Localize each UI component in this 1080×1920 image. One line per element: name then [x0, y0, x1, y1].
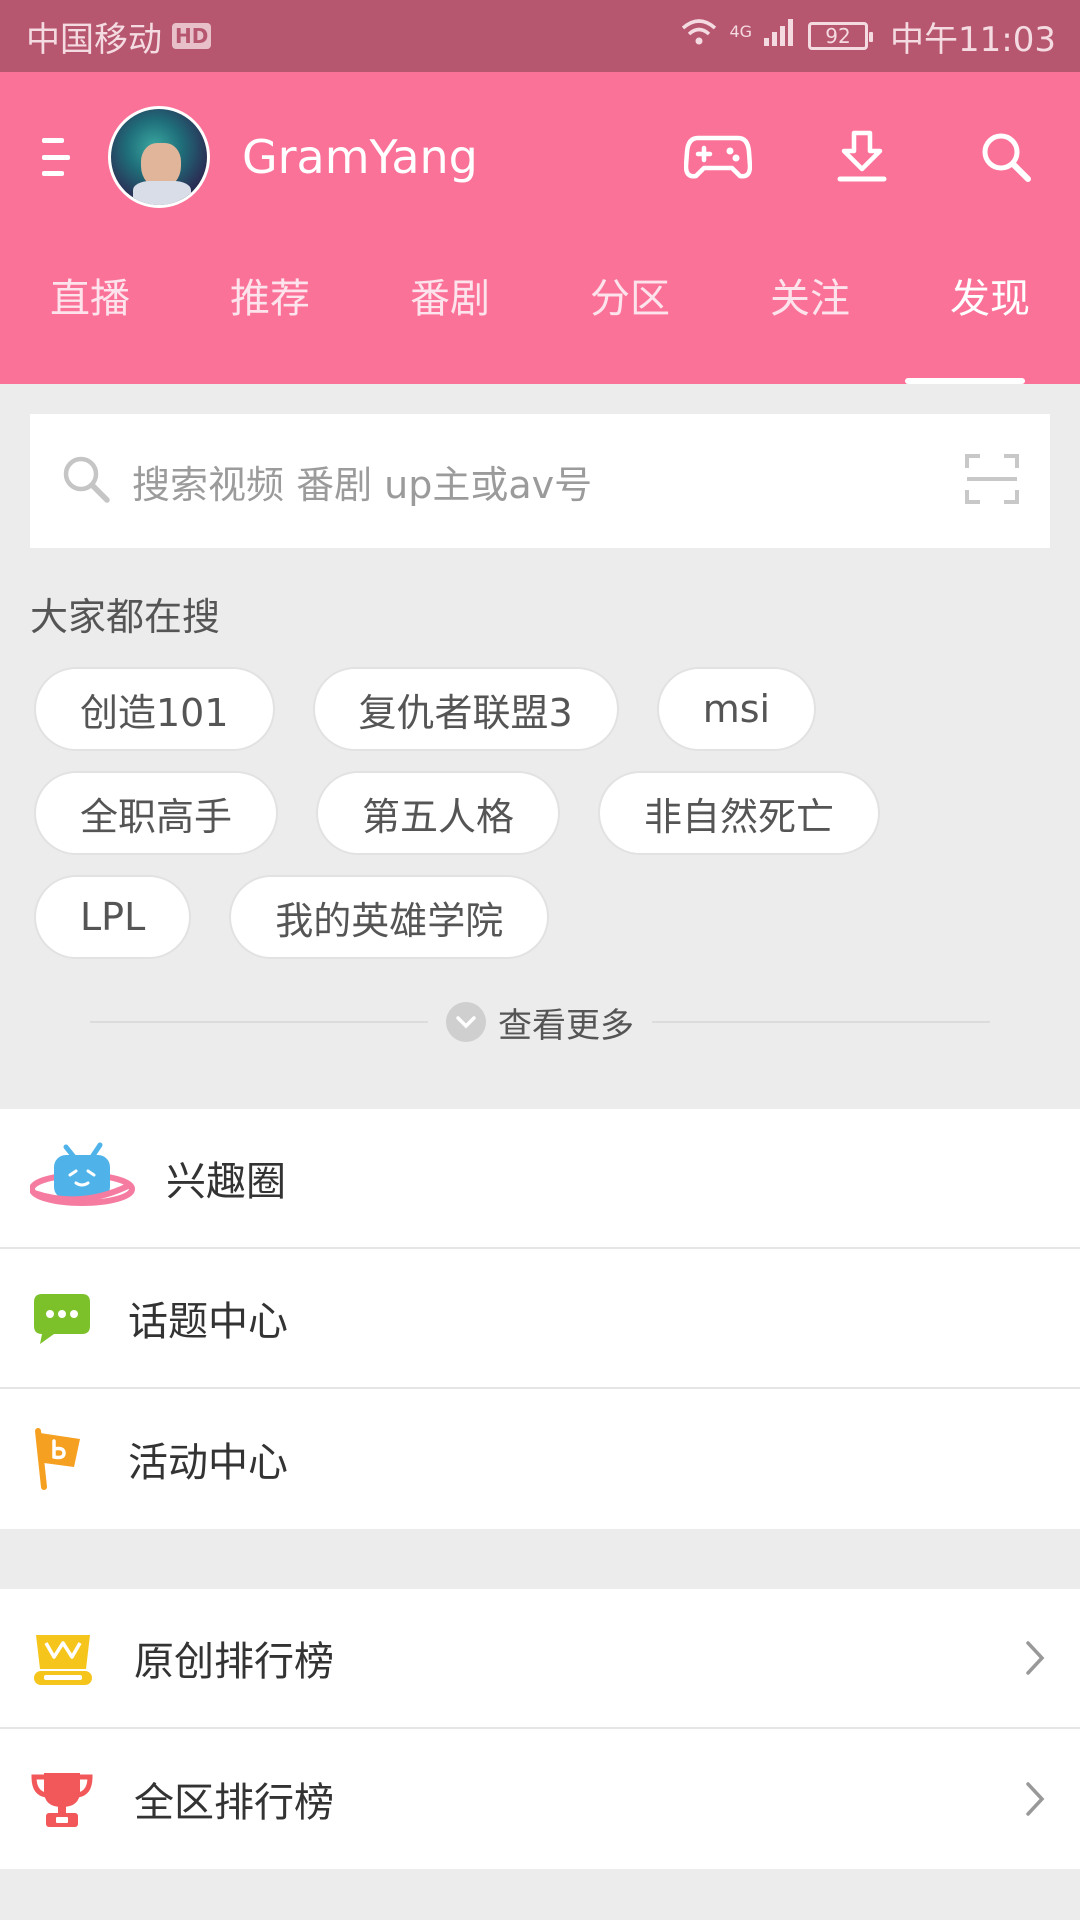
- active-tab-indicator: [905, 378, 1025, 384]
- clock: 中午11:03: [890, 19, 1056, 60]
- menu-item-label: 全区排行榜: [134, 1780, 334, 1826]
- tab-discover[interactable]: 发现: [900, 242, 1080, 384]
- original-crown-icon: [30, 1629, 134, 1687]
- tab-anime[interactable]: 番剧: [360, 242, 540, 384]
- gamepad-icon[interactable]: [676, 122, 760, 192]
- main-tabs: 直播 推荐 番剧 分区 关注 发现: [0, 242, 1080, 384]
- scan-icon[interactable]: [964, 452, 1020, 510]
- search-icon: [58, 451, 114, 511]
- avatar[interactable]: [108, 106, 210, 208]
- chevron-down-icon: [446, 1002, 486, 1042]
- wifi-icon: [679, 16, 719, 57]
- username[interactable]: GramYang: [242, 130, 676, 184]
- see-more[interactable]: 查看更多: [90, 987, 990, 1057]
- tab-categories[interactable]: 分区: [540, 242, 720, 384]
- hot-tag[interactable]: msi: [656, 667, 817, 751]
- menu-icon[interactable]: [42, 134, 72, 180]
- network-type: 4G: [729, 21, 753, 41]
- download-icon[interactable]: [820, 122, 904, 192]
- search-icon[interactable]: [964, 122, 1048, 192]
- menu-item-label: 兴趣圈: [166, 1159, 286, 1205]
- hot-tag[interactable]: 非自然死亡: [598, 771, 881, 855]
- hot-tag[interactable]: 复仇者联盟3: [312, 667, 619, 751]
- hd-badge: HD: [172, 23, 212, 49]
- menu-item-interest-circle[interactable]: 兴趣圈: [0, 1109, 1080, 1249]
- hot-tag[interactable]: 我的英雄学院: [229, 875, 550, 959]
- chevron-right-icon: [1020, 1638, 1050, 1678]
- search-input[interactable]: 搜索视频 番剧 up主或av号: [132, 454, 592, 509]
- menu-item-label: 活动中心: [128, 1440, 288, 1486]
- hot-tag[interactable]: 全职高手: [34, 771, 279, 855]
- menu-item-topic-center[interactable]: 话题中心: [0, 1249, 1080, 1389]
- hot-search-title: 大家都在搜: [30, 595, 221, 639]
- menu-item-original-ranking[interactable]: 原创排行榜: [0, 1589, 1080, 1729]
- status-bar: 中国移动 HD 4G 92 中午11:03: [0, 0, 1080, 72]
- divider: [652, 1021, 990, 1023]
- search-bar[interactable]: 搜索视频 番剧 up主或av号: [30, 414, 1050, 548]
- tab-following[interactable]: 关注: [720, 242, 900, 384]
- tab-recommend[interactable]: 推荐: [180, 242, 360, 384]
- menu-item-event-center[interactable]: 活动中心: [0, 1389, 1080, 1529]
- chat-bubble-icon: [30, 1290, 128, 1346]
- divider: [90, 1021, 428, 1023]
- trophy-icon: [30, 1769, 134, 1829]
- hot-tag[interactable]: 第五人格: [316, 771, 561, 855]
- planet-tv-icon: [30, 1141, 166, 1215]
- ranking-menu-group: 原创排行榜 全区排行榜: [0, 1589, 1080, 1869]
- menu-item-label: 原创排行榜: [134, 1639, 334, 1685]
- discover-menu-group: 兴趣圈 话题中心 活动中心: [0, 1109, 1080, 1529]
- app-bar: GramYang 直播 推荐 番剧 分区 关注 发现: [0, 72, 1080, 384]
- hot-tag[interactable]: LPL: [34, 875, 192, 959]
- hot-tag[interactable]: 创造101: [34, 667, 275, 751]
- battery-indicator: 92: [808, 22, 874, 50]
- hot-search-tags: 创造101 复仇者联盟3 msi 全职高手 第五人格 非自然死亡 LPL 我的英…: [0, 641, 1080, 959]
- see-more-label: 查看更多: [498, 1005, 634, 1046]
- tab-live[interactable]: 直播: [0, 242, 180, 384]
- flag-icon: [30, 1427, 128, 1491]
- signal-icon: [762, 16, 798, 57]
- carrier-label: 中国移动: [26, 19, 162, 60]
- battery-level: 92: [825, 24, 851, 48]
- menu-item-label: 话题中心: [128, 1299, 288, 1345]
- menu-item-global-ranking[interactable]: 全区排行榜: [0, 1729, 1080, 1869]
- chevron-right-icon: [1020, 1779, 1050, 1819]
